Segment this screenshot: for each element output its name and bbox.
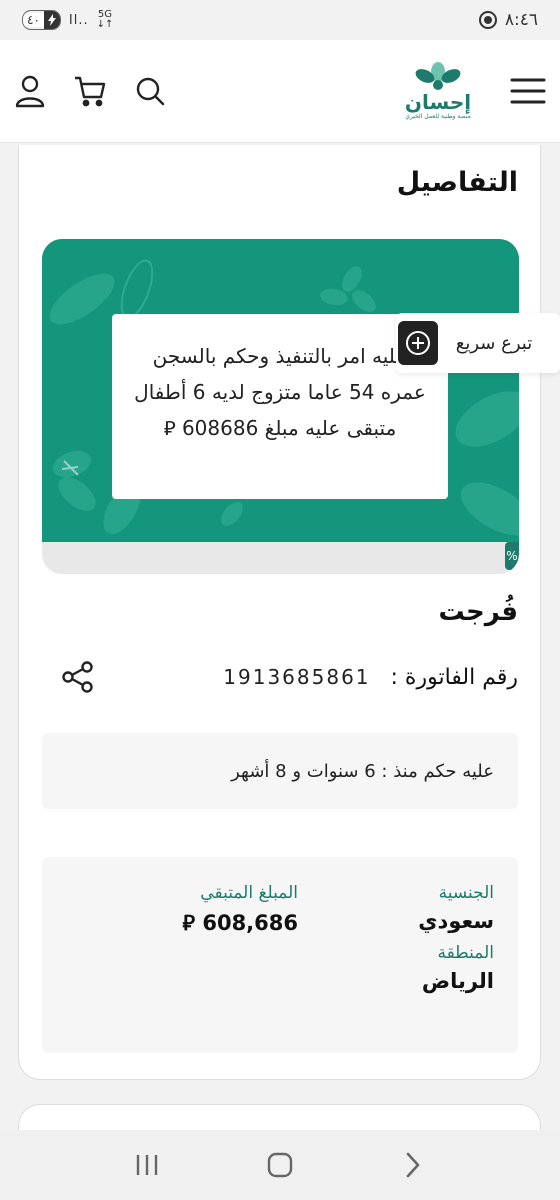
sentence-info-box: عليه حكم منذ : 6 سنوات و 8 أشهر <box>42 733 518 809</box>
invoice-number: 1913685861 <box>223 665 371 689</box>
quick-donate-button[interactable]: تبرع سريع <box>396 313 560 373</box>
system-nav-bar <box>0 1130 560 1200</box>
page-title: التفاصيل <box>396 167 518 198</box>
nationality-value: سعودي <box>418 909 494 933</box>
ehsan-logo[interactable]: إحسان منصة وطنية للعمل الخيري <box>404 61 472 121</box>
status-right: ٨:٤٦ <box>478 10 538 30</box>
info-column-left: المبلغ المتبقي 608,686 ⃁ <box>183 883 298 946</box>
battery-level: ٤٠ <box>23 13 44 27</box>
remaining-amount-label: المبلغ المتبقي <box>200 883 298 903</box>
search-icon[interactable] <box>132 73 168 109</box>
signal-icon: Il.. <box>68 12 89 28</box>
logo-text: إحسان <box>404 90 472 114</box>
status-left: ٤٠ Il.. 5G ↓↑ <box>22 10 113 30</box>
home-icon[interactable] <box>260 1145 300 1185</box>
region-label: المنطقة <box>437 943 494 963</box>
focus-mode-icon <box>478 11 497 29</box>
back-icon[interactable] <box>393 1145 433 1185</box>
user-icon[interactable] <box>12 73 48 109</box>
progress-badge: % <box>505 542 519 570</box>
data-arrows-icon: ↓↑ <box>96 19 114 30</box>
region-value: الرياض <box>421 969 494 993</box>
hamburger-icon[interactable] <box>510 73 546 109</box>
case-banner: عليه امر بالتنفيذ وحكم بالسجن عمره 54 عا… <box>42 239 519 574</box>
logo-subtitle: منصة وطنية للعمل الخيري <box>405 113 471 120</box>
invoice-label: رقم الفاتورة : <box>390 664 518 690</box>
logo-leaves-icon <box>415 62 461 90</box>
quick-donate-label: تبرع سريع <box>455 332 533 354</box>
invoice-value-group: 1913685861 <box>41 660 391 694</box>
clock: ٨:٤٦ <box>504 10 538 30</box>
plus-circle-icon[interactable] <box>398 321 438 365</box>
header-brand: إحسان منصة وطنية للعمل الخيري <box>404 61 548 121</box>
app-header: إحسان منصة وطنية للعمل الخيري <box>0 40 560 143</box>
cart-icon[interactable] <box>72 73 108 109</box>
info-column-right: الجنسية سعودي المنطقة الرياض <box>418 883 494 1003</box>
invoice-row: رقم الفاتورة : 1913685861 <box>41 655 518 699</box>
case-info-box: الجنسية سعودي المنطقة الرياض المبلغ المت… <box>42 857 518 1053</box>
network-icon: 5G ↓↑ <box>97 10 114 30</box>
status-bar: ٤٠ Il.. 5G ↓↑ ٨:٤٦ <box>0 0 560 40</box>
battery-icon: ٤٠ <box>22 10 61 30</box>
header-actions <box>12 73 168 109</box>
recent-apps-icon[interactable] <box>127 1145 167 1185</box>
share-icon[interactable] <box>61 660 95 694</box>
remaining-amount-value: 608,686 ⃁ <box>182 911 298 935</box>
charging-icon <box>43 11 60 29</box>
case-status-title: فُرجت <box>438 597 518 627</box>
sentence-info-text: عليه حكم منذ : 6 سنوات و 8 أشهر <box>231 760 494 782</box>
nationality-label: الجنسية <box>438 883 494 903</box>
details-card: التفاصيل عليه امر بالتنفيذ وحكم بالسجن ع… <box>18 145 541 1080</box>
